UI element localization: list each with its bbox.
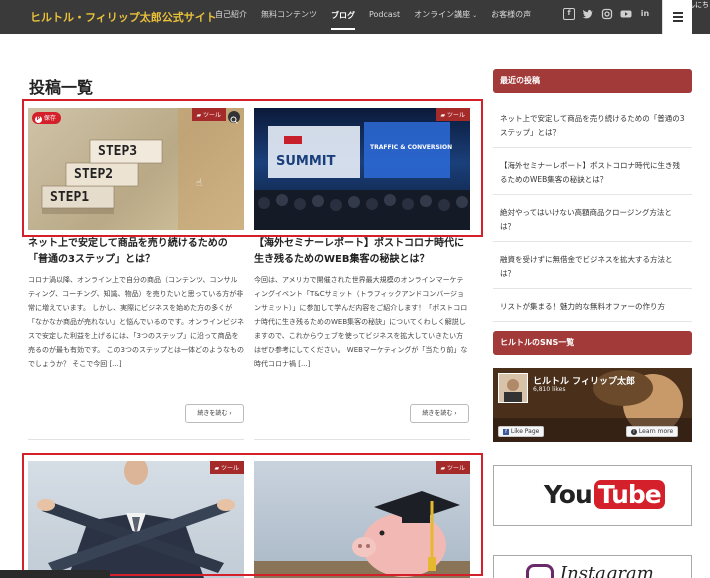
folder-icon: ▰ (440, 465, 446, 472)
youtube-tube-text: Tube (593, 480, 665, 509)
facebook-likes: 6,810 likes (533, 386, 566, 393)
post-card[interactable]: ▰ ツール (28, 461, 244, 578)
page-title: 投稿一覧 (29, 78, 94, 97)
learn-more-button[interactable]: i Learn more (626, 426, 679, 437)
recent-post-item[interactable]: 絶対やってはいけない高額商品クロージング方法とは？ (493, 195, 692, 242)
nav-item-online-course[interactable]: オンライン講座 ⌄ (414, 0, 477, 34)
twitter-icon[interactable] (582, 8, 594, 20)
instagram-icon (526, 564, 554, 578)
category-badge[interactable]: ▰ ツール (436, 108, 470, 121)
post-card[interactable]: STEP1 STEP2 STEP3 P 保存 ☝ ▰ ツール (28, 108, 244, 230)
cursor-icon: ☝ (196, 178, 203, 189)
info-icon: i (631, 429, 637, 435)
post-thumbnail[interactable]: SUMMIT TRAFFIC & CONVERSION ▰ ツール (254, 108, 470, 230)
nav-item-podcast[interactable]: Podcast (369, 0, 400, 34)
post-excerpt: 今回は、アメリカで開催された世界最大規模のオンラインマーケティングイベント「T&… (254, 276, 468, 368)
folder-icon: ▰ (440, 112, 446, 119)
chevron-right-icon: › (454, 410, 457, 417)
read-more-label: 続きを読む (422, 410, 453, 417)
instagram-wordmark: Instagram (560, 563, 654, 578)
card-divider (28, 439, 244, 440)
site-header: ヒルトル・フィリップ太郎公式サイト 自己紹介 無料コンテンツ ブログ Podca… (0, 0, 710, 34)
facebook-page-widget[interactable]: ヒルトル フィリップ太郎 6,810 likes f Like Page i L… (493, 368, 692, 442)
post-thumbnail[interactable]: ▰ ツール (28, 461, 244, 578)
facebook-like-button[interactable]: f Like Page (498, 426, 545, 437)
hamburger-icon (673, 12, 683, 24)
category-label: ツール (220, 465, 239, 472)
learn-more-label: Learn more (638, 428, 674, 435)
read-more-label: 続きを読む (197, 410, 228, 417)
recent-post-item[interactable]: ネット上で安定して商品を売り続けるための「普通の3ステップ」とは？ (493, 106, 692, 148)
post-excerpt: コロナ渦以降、オンライン上で自分の商品（コンテンツ、コンサルティング、コーチング… (28, 276, 244, 368)
post-thumbnail[interactable]: STEP1 STEP2 STEP3 P 保存 ☝ ▰ ツール (28, 108, 244, 230)
category-label: ツール (446, 465, 465, 472)
category-badge[interactable]: ▰ ツール (192, 108, 226, 121)
main-nav: 自己紹介 無料コンテンツ ブログ Podcast オンライン講座 ⌄ お客様の声 (215, 0, 545, 34)
step3-text: STEP3 (98, 144, 138, 159)
nav-item-online-course-label: オンライン講座 (414, 10, 471, 19)
site-title[interactable]: ヒルトル・フィリップ太郎公式サイト (30, 9, 217, 25)
post-thumbnail[interactable]: ▰ ツール (254, 461, 470, 578)
social-links: f in (563, 8, 658, 20)
avatar[interactable] (498, 373, 528, 403)
recent-posts-heading: 最近の投稿 (493, 69, 692, 93)
folder-icon: ▰ (196, 112, 202, 119)
recent-post-item[interactable]: 融資を受けずに無借金でビジネスを拡大する方法とは？ (493, 242, 692, 289)
nav-item-free-content[interactable]: 無料コンテンツ (261, 0, 317, 34)
traffic-conversion-image-text: TRAFFIC & CONVERSION (370, 144, 453, 151)
category-label: ツール (202, 112, 221, 119)
youtube-you-text: You (544, 480, 593, 509)
category-badge[interactable]: ▰ ツール (436, 461, 470, 474)
browser-status-bar (0, 570, 110, 578)
lens-search-icon[interactable] (228, 111, 240, 124)
youtube-logo: You Tube (544, 480, 665, 509)
youtube-icon[interactable] (620, 8, 632, 20)
recent-posts-list: ネット上で安定して商品を売り続けるための「普通の3ステップ」とは？ 【海外セミナ… (493, 106, 692, 322)
hamburger-menu-button[interactable] (662, 0, 692, 34)
post-card[interactable]: ▰ ツール (254, 461, 470, 578)
post-title[interactable]: ネット上で安定して商品を売り続けるための「普通の3ステップ」とは？ (28, 236, 244, 268)
linkedin-icon[interactable]: in (639, 8, 651, 20)
facebook-icon[interactable]: f (563, 8, 575, 20)
chevron-down-icon: ⌄ (472, 12, 478, 19)
instagram-icon[interactable] (601, 8, 613, 20)
step2-text: STEP2 (74, 167, 114, 182)
facebook-icon: f (503, 429, 509, 435)
post-card[interactable]: SUMMIT TRAFFIC & CONVERSION ▰ ツール (254, 108, 470, 230)
card-divider (254, 439, 470, 440)
youtube-link[interactable]: You Tube (493, 465, 692, 526)
category-label: ツール (446, 112, 465, 119)
nav-item-profile[interactable]: 自己紹介 (215, 0, 247, 34)
recent-post-item[interactable]: リストが集まる！魅力的な無料オファーの作り方 (493, 289, 692, 322)
chevron-right-icon: › (229, 410, 232, 417)
summit-image-text: SUMMIT (276, 154, 336, 169)
read-more-button[interactable]: 続きを読む › (410, 404, 469, 423)
folder-icon: ▰ (214, 465, 220, 472)
read-more-button[interactable]: 続きを読む › (185, 404, 244, 423)
nav-item-testimonials[interactable]: お客様の声 (491, 0, 531, 34)
recent-post-item[interactable]: 【海外セミナーレポート】ポストコロナ時代に生き残るためのWEB集客の秘訣とは？ (493, 148, 692, 195)
pinterest-icon: P (35, 116, 42, 123)
instagram-link[interactable]: Instagram (493, 555, 692, 578)
like-page-label: Like Page (510, 428, 540, 435)
step1-text: STEP1 (50, 190, 90, 205)
nav-item-blog[interactable]: ブログ (331, 6, 355, 30)
pinterest-save-button[interactable]: P 保存 (32, 112, 61, 124)
post-title[interactable]: 【海外セミナーレポート】ポストコロナ時代に生き残るためのWEB集客の秘訣とは？ (254, 236, 470, 268)
category-badge[interactable]: ▰ ツール (210, 461, 244, 474)
sns-heading: ヒルトルのSNS一覧 (493, 331, 692, 355)
save-label: 保存 (43, 115, 56, 122)
